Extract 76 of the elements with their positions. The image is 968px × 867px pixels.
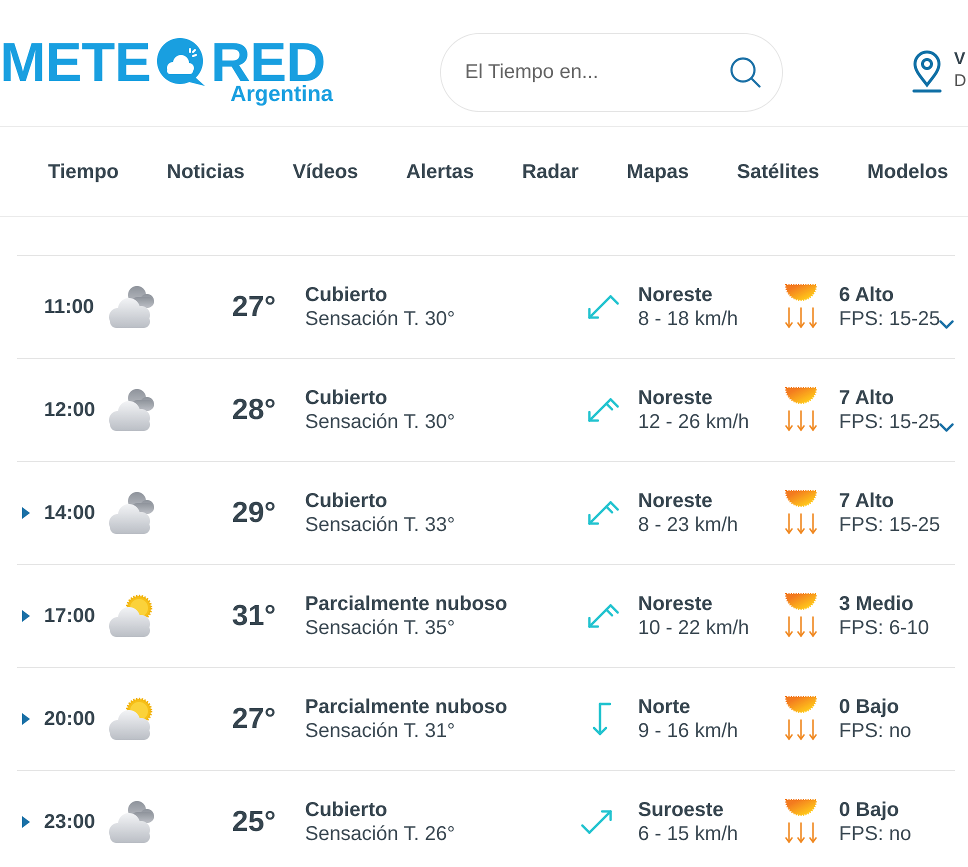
time-label: 11:00 — [44, 295, 96, 319]
nav-link[interactable]: Mapas — [626, 160, 689, 184]
time-label: 20:00 — [44, 707, 96, 731]
temperature: 29° — [232, 496, 277, 530]
wind-speed: 10 - 22 km/h — [638, 616, 750, 640]
condition-label: Parcialmente nuboso — [305, 592, 508, 616]
wind-speed: 8 - 18 km/h — [638, 307, 738, 331]
wind-speed: 6 - 15 km/h — [638, 822, 738, 846]
sunscreen-label: FPS: 15-25 — [839, 513, 940, 537]
logo-subtitle: Argentina — [230, 83, 333, 105]
uv-sun-icon — [784, 593, 818, 639]
sunscreen-label: FPS: no — [839, 719, 912, 743]
time-label: 12:00 — [44, 398, 96, 422]
uv-index: 7 Alto — [839, 386, 894, 410]
location-detail: D — [954, 70, 966, 92]
sunscreen-label: FPS: 6-10 — [839, 616, 930, 640]
feels-like-label: Sensación T. 30° — [305, 410, 455, 434]
condition-label: Cubierto — [305, 798, 388, 822]
search-icon[interactable] — [729, 56, 761, 88]
uv-sun-icon — [784, 284, 818, 330]
chevron-down-icon[interactable] — [939, 320, 954, 328]
wind-direction: Suroeste — [638, 798, 724, 822]
sunscreen-label: FPS: 15-25 — [839, 410, 940, 434]
uv-sun-icon — [784, 696, 818, 742]
wind-direction: Norte — [638, 695, 690, 719]
cloud-bubble-icon — [154, 37, 207, 87]
uv-sun-icon — [784, 387, 818, 433]
nav-link[interactable]: Vídeos — [292, 160, 358, 184]
uv-index: 3 Medio — [839, 592, 914, 616]
wind-speed: 8 - 23 km/h — [638, 513, 738, 537]
condition-label: Cubierto — [305, 283, 388, 307]
temperature: 27° — [232, 702, 277, 736]
wind-direction: Noreste — [638, 386, 712, 410]
expand-triangle-icon[interactable] — [22, 610, 30, 622]
expand-triangle-icon[interactable] — [22, 713, 30, 725]
feels-like-label: Sensación T. 35° — [305, 616, 455, 640]
search-field[interactable]: El Tiempo en... — [440, 33, 783, 112]
feels-like-label: Sensación T. 33° — [305, 513, 455, 537]
temperature: 31° — [232, 599, 277, 633]
time-label: 23:00 — [44, 810, 96, 834]
temperature: 28° — [232, 393, 277, 427]
chevron-down-icon[interactable] — [939, 422, 954, 432]
logo-text: METE — [0, 35, 151, 89]
time-label: 14:00 — [44, 501, 96, 525]
sunscreen-label: FPS: no — [839, 822, 912, 846]
location-pin-icon[interactable] — [912, 50, 942, 93]
feels-like-label: Sensación T. 31° — [305, 719, 455, 743]
uv-index: 0 Bajo — [839, 695, 900, 719]
nav-link[interactable]: Tiempo — [48, 160, 119, 184]
temperature: 27° — [232, 290, 277, 324]
expand-triangle-icon[interactable] — [22, 507, 30, 519]
feels-like-label: Sensación T. 30° — [305, 307, 455, 331]
wind-speed: 9 - 16 km/h — [638, 719, 738, 743]
uv-index: 0 Bajo — [839, 798, 900, 822]
condition-label: Cubierto — [305, 386, 388, 410]
nav-link[interactable]: Satélites — [736, 160, 820, 184]
nav-link[interactable]: Modelos — [867, 160, 948, 184]
wind-direction: Noreste — [638, 592, 712, 616]
condition-label: Parcialmente nuboso — [305, 695, 508, 719]
nav-link[interactable]: Alertas — [406, 160, 474, 184]
feels-like-label: Sensación T. 26° — [305, 822, 455, 846]
time-label: 17:00 — [44, 604, 96, 628]
wind-direction: Noreste — [638, 489, 712, 513]
condition-label: Cubierto — [305, 489, 388, 513]
expand-triangle-icon[interactable] — [22, 816, 30, 828]
location-name[interactable]: V — [954, 48, 966, 70]
uv-sun-icon — [784, 799, 818, 845]
nav-link[interactable]: Noticias — [166, 160, 245, 184]
wind-speed: 12 - 26 km/h — [638, 410, 750, 434]
uv-index: 6 Alto — [839, 283, 894, 307]
uv-sun-icon — [784, 490, 818, 536]
nav-link[interactable]: Radar — [522, 160, 579, 184]
temperature: 25° — [232, 805, 277, 839]
uv-index: 7 Alto — [839, 489, 894, 513]
wind-direction: Noreste — [638, 283, 712, 307]
sunscreen-label: FPS: 15-25 — [839, 307, 940, 331]
